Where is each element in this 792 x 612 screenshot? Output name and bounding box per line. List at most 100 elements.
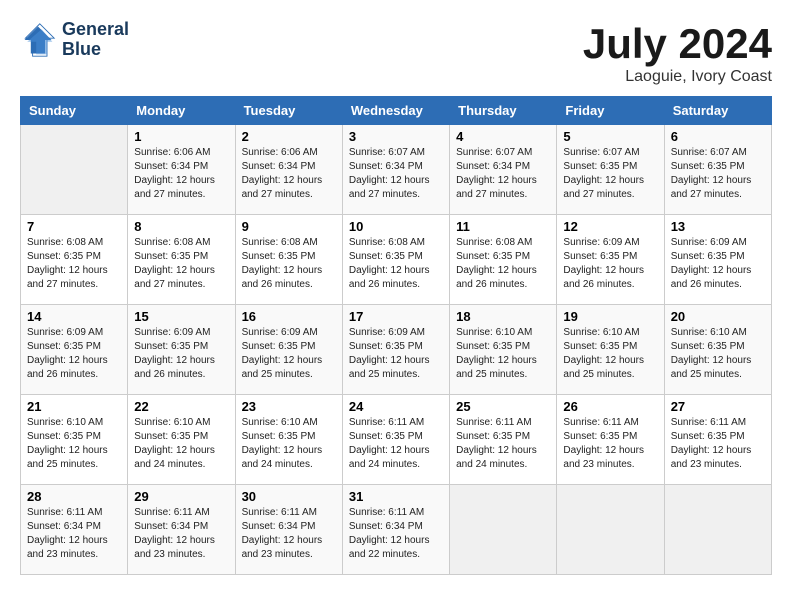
- day-number: 2: [242, 129, 336, 144]
- day-number: 30: [242, 489, 336, 504]
- day-info: Sunrise: 6:10 AMSunset: 6:35 PMDaylight:…: [134, 416, 228, 472]
- calendar-cell: 10 Sunrise: 6:08 AMSunset: 6:35 PMDayligh…: [342, 215, 449, 305]
- main-title: July 2024: [583, 20, 772, 68]
- day-number: 10: [349, 219, 443, 234]
- header-day-thursday: Thursday: [450, 97, 557, 125]
- day-info: Sunrise: 6:11 AMSunset: 6:34 PMDaylight:…: [134, 506, 228, 562]
- day-number: 16: [242, 309, 336, 324]
- day-info: Sunrise: 6:10 AMSunset: 6:35 PMDaylight:…: [456, 326, 550, 382]
- day-number: 17: [349, 309, 443, 324]
- header-day-wednesday: Wednesday: [342, 97, 449, 125]
- calendar-cell: 11Sunrise: 6:08 AMSunset: 6:35 PMDayligh…: [450, 215, 557, 305]
- header-day-friday: Friday: [557, 97, 664, 125]
- week-row-2: 7 Sunrise: 6:08 AMSunset: 6:35 PMDaylight…: [21, 215, 772, 305]
- day-number: 23: [242, 399, 336, 414]
- day-info: Sunrise: 6:09 AMSunset: 6:35 PMDaylight:…: [349, 326, 443, 382]
- calendar-cell: 13 Sunrise: 6:09 AMSunset: 6:35 PMDayligh…: [664, 215, 771, 305]
- header: General Blue July 2024 Laoguie, Ivory Co…: [20, 20, 772, 86]
- day-number: 12: [563, 219, 657, 234]
- calendar-cell: 26Sunrise: 6:11 AMSunset: 6:35 PMDayligh…: [557, 395, 664, 485]
- day-number: 3: [349, 129, 443, 144]
- calendar-cell: 9Sunrise: 6:08 AMSunset: 6:35 PMDaylight…: [235, 215, 342, 305]
- day-info: Sunrise: 6:10 AMSunset: 6:35 PMDaylight:…: [27, 416, 121, 472]
- calendar-cell: 31Sunrise: 6:11 AMSunset: 6:34 PMDayligh…: [342, 485, 449, 575]
- subtitle: Laoguie, Ivory Coast: [583, 68, 772, 86]
- calendar-cell: 2 Sunrise: 6:06 AMSunset: 6:34 PMDaylight…: [235, 125, 342, 215]
- day-info: Sunrise: 6:11 AMSunset: 6:35 PMDaylight:…: [456, 416, 550, 472]
- calendar-cell: 25 Sunrise: 6:11 AMSunset: 6:35 PMDayligh…: [450, 395, 557, 485]
- calendar-cell: 18 Sunrise: 6:10 AMSunset: 6:35 PMDayligh…: [450, 305, 557, 395]
- title-section: July 2024 Laoguie, Ivory Coast: [583, 20, 772, 86]
- day-number: 18: [456, 309, 550, 324]
- calendar-cell: 14Sunrise: 6:09 AMSunset: 6:35 PMDayligh…: [21, 305, 128, 395]
- calendar-cell: 19Sunrise: 6:10 AMSunset: 6:35 PMDayligh…: [557, 305, 664, 395]
- day-info: Sunrise: 6:07 AMSunset: 6:35 PMDaylight:…: [563, 146, 657, 202]
- calendar-cell: 21Sunrise: 6:10 AMSunset: 6:35 PMDayligh…: [21, 395, 128, 485]
- calendar-body: 1 Sunrise: 6:06 AMSunset: 6:34 PMDaylight…: [21, 125, 772, 575]
- day-number: 27: [671, 399, 765, 414]
- day-number: 13: [671, 219, 765, 234]
- day-info: Sunrise: 6:11 AMSunset: 6:34 PMDaylight:…: [242, 506, 336, 562]
- day-number: 7: [27, 219, 121, 234]
- calendar-cell: 1 Sunrise: 6:06 AMSunset: 6:34 PMDaylight…: [128, 125, 235, 215]
- calendar-cell: 5 Sunrise: 6:07 AMSunset: 6:35 PMDaylight…: [557, 125, 664, 215]
- logo-icon: [20, 22, 56, 58]
- calendar-cell: [450, 485, 557, 575]
- day-info: Sunrise: 6:10 AMSunset: 6:35 PMDaylight:…: [242, 416, 336, 472]
- day-info: Sunrise: 6:08 AMSunset: 6:35 PMDaylight:…: [27, 236, 121, 292]
- header-day-saturday: Saturday: [664, 97, 771, 125]
- day-number: 1: [134, 129, 228, 144]
- calendar-cell: 29Sunrise: 6:11 AMSunset: 6:34 PMDayligh…: [128, 485, 235, 575]
- day-info: Sunrise: 6:08 AMSunset: 6:35 PMDaylight:…: [134, 236, 228, 292]
- day-info: Sunrise: 6:07 AMSunset: 6:35 PMDaylight:…: [671, 146, 765, 202]
- calendar-cell: 3 Sunrise: 6:07 AMSunset: 6:34 PMDaylight…: [342, 125, 449, 215]
- day-number: 8: [134, 219, 228, 234]
- week-row-1: 1 Sunrise: 6:06 AMSunset: 6:34 PMDaylight…: [21, 125, 772, 215]
- day-number: 20: [671, 309, 765, 324]
- week-row-4: 21Sunrise: 6:10 AMSunset: 6:35 PMDayligh…: [21, 395, 772, 485]
- day-number: 24: [349, 399, 443, 414]
- day-number: 15: [134, 309, 228, 324]
- day-info: Sunrise: 6:09 AMSunset: 6:35 PMDaylight:…: [671, 236, 765, 292]
- day-info: Sunrise: 6:07 AMSunset: 6:34 PMDaylight:…: [349, 146, 443, 202]
- header-day-sunday: Sunday: [21, 97, 128, 125]
- day-info: Sunrise: 6:11 AMSunset: 6:34 PMDaylight:…: [349, 506, 443, 562]
- calendar-cell: 30 Sunrise: 6:11 AMSunset: 6:34 PMDayligh…: [235, 485, 342, 575]
- day-info: Sunrise: 6:09 AMSunset: 6:35 PMDaylight:…: [27, 326, 121, 382]
- day-info: Sunrise: 6:10 AMSunset: 6:35 PMDaylight:…: [563, 326, 657, 382]
- day-info: Sunrise: 6:11 AMSunset: 6:34 PMDaylight:…: [27, 506, 121, 562]
- calendar-cell: 6 Sunrise: 6:07 AMSunset: 6:35 PMDaylight…: [664, 125, 771, 215]
- day-info: Sunrise: 6:11 AMSunset: 6:35 PMDaylight:…: [563, 416, 657, 472]
- day-number: 22: [134, 399, 228, 414]
- day-number: 25: [456, 399, 550, 414]
- header-row: SundayMondayTuesdayWednesdayThursdayFrid…: [21, 97, 772, 125]
- day-info: Sunrise: 6:08 AMSunset: 6:35 PMDaylight:…: [349, 236, 443, 292]
- day-info: Sunrise: 6:08 AMSunset: 6:35 PMDaylight:…: [456, 236, 550, 292]
- calendar-cell: 16 Sunrise: 6:09 AMSunset: 6:35 PMDayligh…: [235, 305, 342, 395]
- calendar-cell: [557, 485, 664, 575]
- calendar-cell: 12Sunrise: 6:09 AMSunset: 6:35 PMDayligh…: [557, 215, 664, 305]
- calendar-cell: 4Sunrise: 6:07 AMSunset: 6:34 PMDaylight…: [450, 125, 557, 215]
- day-number: 9: [242, 219, 336, 234]
- calendar-cell: 23 Sunrise: 6:10 AMSunset: 6:35 PMDayligh…: [235, 395, 342, 485]
- week-row-3: 14Sunrise: 6:09 AMSunset: 6:35 PMDayligh…: [21, 305, 772, 395]
- day-info: Sunrise: 6:09 AMSunset: 6:35 PMDaylight:…: [242, 326, 336, 382]
- day-info: Sunrise: 6:11 AMSunset: 6:35 PMDaylight:…: [349, 416, 443, 472]
- calendar-cell: [21, 125, 128, 215]
- calendar-table: SundayMondayTuesdayWednesdayThursdayFrid…: [20, 96, 772, 575]
- calendar-cell: 20Sunrise: 6:10 AMSunset: 6:35 PMDayligh…: [664, 305, 771, 395]
- calendar-cell: 7 Sunrise: 6:08 AMSunset: 6:35 PMDaylight…: [21, 215, 128, 305]
- logo: General Blue: [20, 20, 129, 60]
- day-number: 6: [671, 129, 765, 144]
- calendar-cell: [664, 485, 771, 575]
- day-number: 4: [456, 129, 550, 144]
- calendar-cell: 8 Sunrise: 6:08 AMSunset: 6:35 PMDaylight…: [128, 215, 235, 305]
- day-info: Sunrise: 6:06 AMSunset: 6:34 PMDaylight:…: [242, 146, 336, 202]
- day-number: 5: [563, 129, 657, 144]
- logo-text: General Blue: [62, 20, 129, 60]
- calendar-cell: 22 Sunrise: 6:10 AMSunset: 6:35 PMDayligh…: [128, 395, 235, 485]
- week-row-5: 28Sunrise: 6:11 AMSunset: 6:34 PMDayligh…: [21, 485, 772, 575]
- calendar-cell: 27Sunrise: 6:11 AMSunset: 6:35 PMDayligh…: [664, 395, 771, 485]
- day-info: Sunrise: 6:06 AMSunset: 6:34 PMDaylight:…: [134, 146, 228, 202]
- header-day-tuesday: Tuesday: [235, 97, 342, 125]
